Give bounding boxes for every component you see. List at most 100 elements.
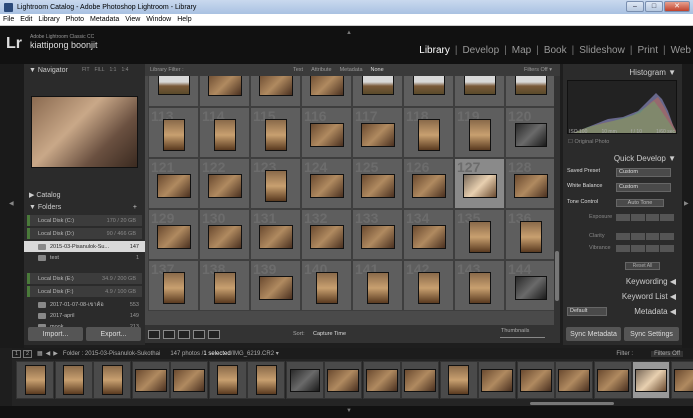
- grid-cell[interactable]: 124: [301, 158, 352, 209]
- grid-scrollbar[interactable]: [554, 76, 560, 325]
- photo-thumbnail[interactable]: [366, 271, 389, 304]
- photo-thumbnail[interactable]: [468, 118, 491, 151]
- photo-thumbnail[interactable]: [162, 271, 185, 304]
- filters-off-dropdown[interactable]: Filters Off ▾: [524, 67, 552, 73]
- photo-thumbnail[interactable]: [264, 118, 287, 151]
- folder-test[interactable]: test 1: [24, 252, 145, 263]
- grid-cell[interactable]: 119: [454, 107, 505, 158]
- folders-header[interactable]: ▼ Folders +: [24, 201, 145, 213]
- photo-thumbnail[interactable]: [463, 76, 496, 95]
- grid-cell[interactable]: 114: [199, 107, 250, 158]
- filmstrip-tile[interactable]: [131, 361, 170, 399]
- menu-help[interactable]: Help: [177, 16, 191, 23]
- photo-thumbnail[interactable]: [519, 220, 542, 253]
- photo-thumbnail[interactable]: [309, 122, 344, 147]
- vibrance-stepper[interactable]: [616, 245, 674, 252]
- filmstrip-tile[interactable]: [478, 361, 516, 399]
- grid-cell[interactable]: 118: [403, 107, 454, 158]
- photo-thumbnail[interactable]: [514, 275, 547, 300]
- grid-cell[interactable]: 140: [301, 260, 352, 311]
- grid-cell[interactable]: 126: [403, 158, 454, 209]
- grid-cell[interactable]: 131: [250, 209, 301, 260]
- navigator-header[interactable]: ▼ Navigator FIT FILL 1:1 1:4: [24, 64, 145, 76]
- sync-settings-button[interactable]: Sync Settings: [624, 327, 679, 341]
- people-view-button[interactable]: [208, 329, 220, 339]
- photo-thumbnail[interactable]: [468, 271, 491, 304]
- forward-arrow-icon[interactable]: ▶: [53, 350, 58, 357]
- module-book[interactable]: Book: [544, 45, 567, 56]
- grid-cell[interactable]: [454, 76, 505, 107]
- grid-cell[interactable]: 143: [454, 260, 505, 311]
- photo-thumbnail[interactable]: [411, 173, 446, 198]
- grid-cell[interactable]: 128: [505, 158, 554, 209]
- grid-cell[interactable]: 116: [301, 107, 352, 158]
- grid-cell[interactable]: 144: [505, 260, 554, 311]
- grid-cell[interactable]: [199, 76, 250, 107]
- photo-thumbnail[interactable]: [360, 224, 395, 249]
- catalog-header[interactable]: ▶ Catalog: [24, 189, 145, 201]
- add-folder-button[interactable]: +: [133, 204, 137, 211]
- loupe-view-button[interactable]: [163, 329, 175, 339]
- metadata-header[interactable]: Metadata ◀: [634, 307, 676, 316]
- photo-thumbnail[interactable]: [513, 173, 548, 198]
- filmstrip-tile[interactable]: [170, 361, 208, 399]
- reset-all-button[interactable]: Reset All: [625, 262, 660, 270]
- grid-cell[interactable]: [301, 76, 352, 107]
- filmstrip-tile[interactable]: [16, 361, 54, 399]
- filter-metadata[interactable]: Metadata: [340, 67, 363, 73]
- module-develop[interactable]: Develop: [462, 45, 499, 56]
- photo-thumbnail[interactable]: [207, 173, 242, 198]
- filter-none[interactable]: None: [371, 67, 384, 73]
- survey-view-button[interactable]: [193, 329, 205, 339]
- grid-cell[interactable]: 135: [454, 209, 505, 260]
- filmstrip-tile[interactable]: [54, 361, 93, 399]
- folder-khao-kho[interactable]: 2017-01-07-08-เขาค้อ 553: [24, 299, 145, 310]
- photo-thumbnail[interactable]: [264, 169, 287, 202]
- grid-cell[interactable]: 125: [352, 158, 403, 209]
- photo-thumbnail[interactable]: [156, 224, 191, 249]
- filmstrip-tile[interactable]: [208, 361, 247, 399]
- disk-c[interactable]: Local Disk (C:) 170 / 20 GB: [27, 215, 142, 226]
- grid-scrollbar-thumb[interactable]: [555, 251, 559, 301]
- histogram-header[interactable]: Histogram ▼: [629, 68, 676, 77]
- auto-tone-button[interactable]: Auto Tone: [616, 199, 664, 207]
- grid-cell[interactable]: 113: [148, 107, 199, 158]
- close-button[interactable]: ✕: [664, 1, 690, 12]
- filmstrip-tile[interactable]: [670, 361, 693, 399]
- grid-cell[interactable]: 115: [250, 107, 301, 158]
- grid-cell[interactable]: 123: [250, 158, 301, 209]
- photo-thumbnail[interactable]: [213, 118, 236, 151]
- photo-thumbnail[interactable]: [514, 122, 547, 147]
- filmstrip-tile[interactable]: [555, 361, 593, 399]
- grid-cell[interactable]: 138: [199, 260, 250, 311]
- folder-source[interactable]: Folder : 2015-03-Pisanulok-Sukothai: [63, 351, 160, 357]
- grid-cell[interactable]: 127: [454, 158, 505, 209]
- module-map[interactable]: Map: [512, 45, 531, 56]
- original-photo-checkbox[interactable]: ☐ Original Photo: [568, 139, 609, 145]
- filmstrip-tile[interactable]: [516, 361, 555, 399]
- grid-cell[interactable]: 117: [352, 107, 403, 158]
- keyword-list-header[interactable]: Keyword List ◀: [622, 292, 676, 301]
- module-library[interactable]: Library: [419, 45, 450, 56]
- filmstrip-filter-dropdown[interactable]: Filters Off: [651, 350, 683, 357]
- filmstrip-tile[interactable]: [401, 361, 439, 399]
- menu-window[interactable]: Window: [146, 16, 171, 23]
- filmstrip-tile[interactable]: [285, 361, 324, 399]
- collapse-top-panel-icon[interactable]: ▲: [346, 30, 352, 36]
- photo-thumbnail[interactable]: [157, 76, 190, 95]
- compare-view-button[interactable]: [178, 329, 190, 339]
- thumbnail-size-slider[interactable]: [500, 337, 545, 338]
- grid-cell[interactable]: 130: [199, 209, 250, 260]
- photo-thumbnail[interactable]: [361, 76, 394, 95]
- filter-text[interactable]: Text: [293, 67, 303, 73]
- nav-1-4[interactable]: 1:4: [121, 67, 128, 73]
- grid-cell[interactable]: 134: [403, 209, 454, 260]
- photo-thumbnail[interactable]: [207, 76, 242, 96]
- second-window-button[interactable]: 2: [23, 349, 32, 358]
- photo-thumbnail[interactable]: [462, 173, 497, 198]
- collapse-left-panel-icon[interactable]: ◀: [9, 200, 14, 207]
- white-balance-dropdown[interactable]: Custom: [616, 183, 671, 192]
- grid-cell[interactable]: 133: [352, 209, 403, 260]
- folder-april[interactable]: 2017-april 149: [24, 310, 145, 321]
- export-button[interactable]: Export...: [86, 327, 141, 341]
